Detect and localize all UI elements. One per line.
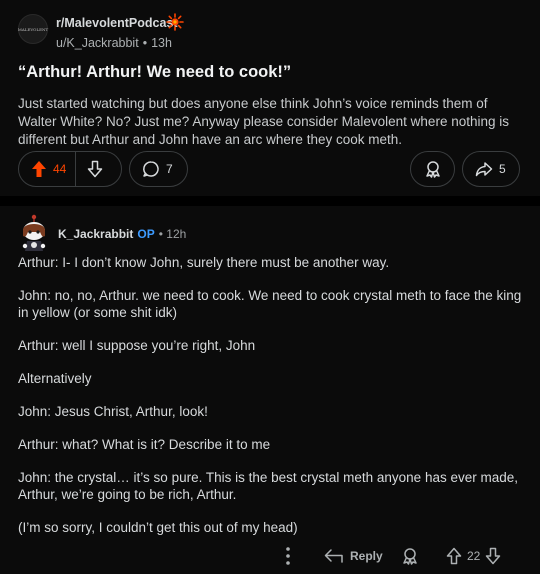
separator-dot: • [142, 36, 148, 50]
comment-paragraph: Arthur: what? What is it? Describe it to… [18, 437, 271, 452]
subreddit-avatar[interactable]: MALEVOLENT [18, 14, 48, 44]
subreddit-name[interactable]: r/MalevolentPodcast [56, 16, 178, 30]
upvote-count: 44 [53, 162, 67, 176]
more-options-button[interactable] [282, 546, 294, 566]
comments-button[interactable]: 7 [129, 151, 188, 187]
comment-paragraph: John: the crystal… it’s so pure. This is… [18, 470, 518, 502]
comment-age-line: • 12h [158, 227, 187, 241]
award-icon [403, 548, 417, 565]
post-age: 13h [151, 36, 172, 50]
comment-author[interactable]: K_Jackrabbit [58, 227, 133, 241]
comment-score: 22 [467, 549, 481, 563]
share-button[interactable]: 5 [462, 151, 520, 187]
reply-button[interactable]: Reply [324, 547, 383, 565]
post-card: MALEVOLENT r/MalevolentPodcast u/K_Jackr… [0, 0, 540, 196]
upvote-button[interactable] [19, 160, 47, 178]
comment-count: 7 [166, 162, 173, 176]
arrow-up-icon [32, 161, 46, 177]
comment-paragraph: Alternatively [18, 371, 92, 386]
share-count: 5 [499, 162, 506, 176]
post-author-line: u/K_Jackrabbit • 13h [56, 36, 172, 50]
reply-label: Reply [350, 549, 383, 563]
arrow-up-icon [446, 547, 462, 565]
arrow-down-icon [486, 547, 501, 565]
comment-paragraph: John: Jesus Christ, Arthur, look! [18, 404, 208, 419]
comment-award-button[interactable] [401, 547, 419, 565]
award-button[interactable] [410, 151, 455, 187]
vote-control: 44 [18, 151, 122, 187]
comment-body: Arthur: I- I don’t know John, surely the… [18, 254, 533, 552]
comment-paragraph: Arthur: I- I don’t know John, surely the… [18, 255, 390, 270]
op-badge: OP [137, 227, 155, 241]
comment-actions: Reply 22 [0, 542, 540, 570]
arrow-down-icon [87, 160, 103, 178]
section-divider [0, 196, 540, 206]
comment-upvote-button[interactable] [446, 547, 462, 565]
sun-badge-icon [166, 13, 184, 31]
comment-card: K_Jackrabbit OP • 12h Arthur: I- I don’t k… [0, 206, 540, 574]
comment-downvote-button[interactable] [485, 547, 501, 565]
share-arrow-icon [475, 162, 493, 177]
post-author[interactable]: u/K_Jackrabbit [56, 36, 139, 50]
comment-meta: K_Jackrabbit OP • 12h [58, 227, 186, 241]
comment-paragraph: Arthur: well I suppose you’re right, Joh… [18, 338, 256, 353]
downvote-button[interactable] [76, 160, 103, 178]
comment-vote-control: 22 [446, 547, 501, 565]
post-title[interactable]: “Arthur! Arthur! We need to cook!” [18, 63, 291, 82]
user-avatar[interactable] [18, 214, 50, 252]
comment-age: 12h [166, 227, 187, 241]
comment-paragraph: (I’m so sorry, I couldn’t get this out o… [18, 520, 298, 535]
speech-bubble-icon [143, 161, 159, 177]
comment-paragraph: John: no, no, Arthur. we need to cook. W… [18, 288, 522, 320]
more-vertical-icon [286, 547, 290, 565]
award-icon [425, 161, 440, 178]
subreddit-avatar-text: MALEVOLENT [17, 26, 49, 32]
post-body: Just started watching but does anyone el… [18, 96, 509, 147]
reply-arrow-icon [324, 549, 343, 563]
